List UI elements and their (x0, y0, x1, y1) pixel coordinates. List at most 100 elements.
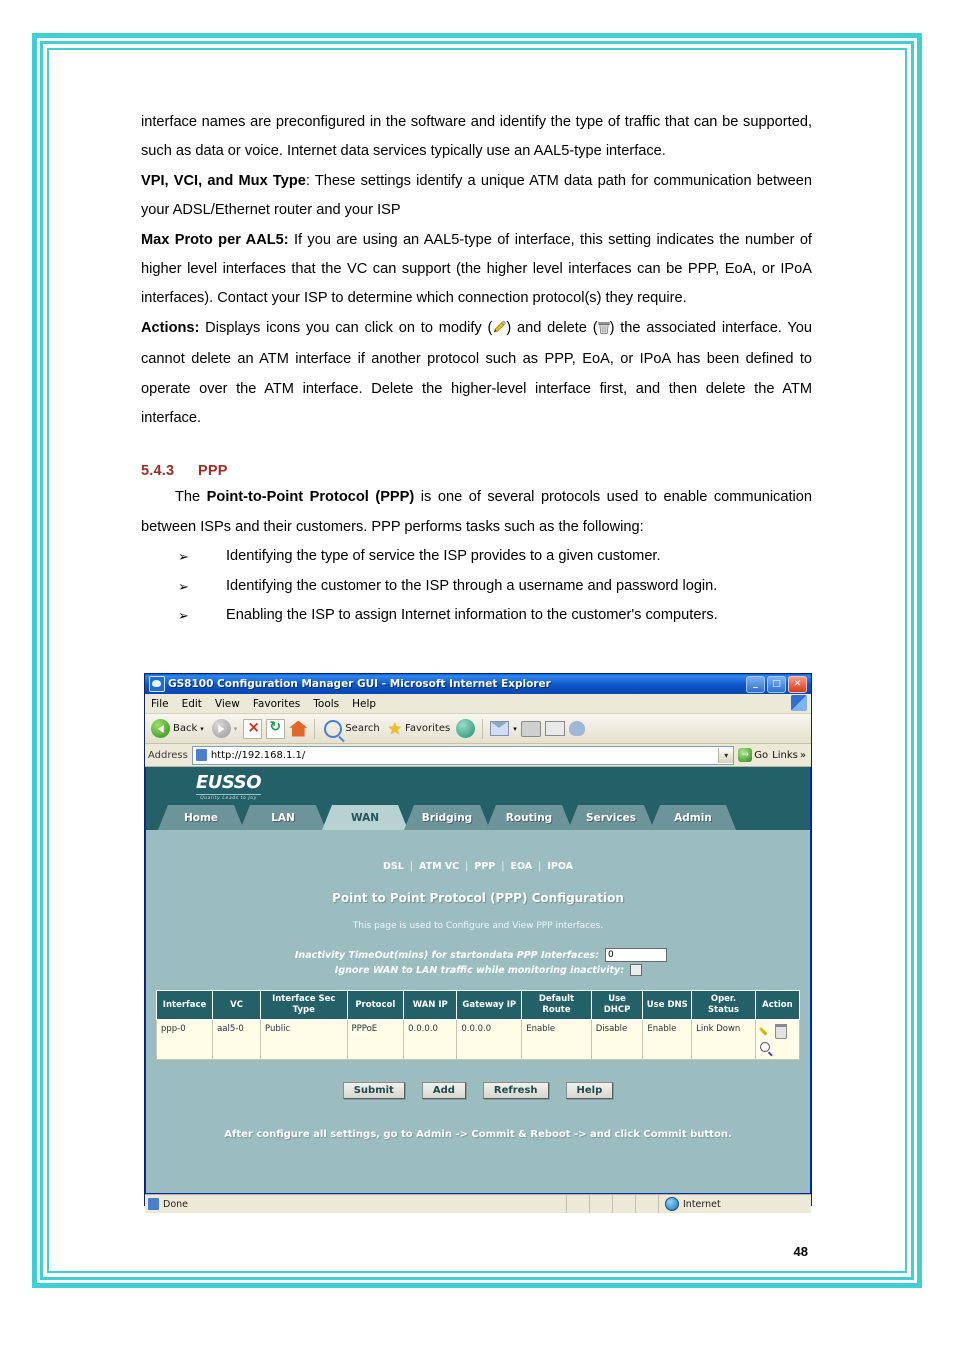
trash-icon (597, 316, 610, 345)
minimize-button[interactable]: _ (746, 675, 765, 693)
favorites-button[interactable]: ★ Favorites (386, 720, 453, 736)
view-magnifier-icon[interactable] (759, 1042, 770, 1052)
tab-bridging[interactable]: Bridging (404, 805, 490, 830)
ppp-task-list: ➢ Identifying the type of service the IS… (141, 542, 812, 630)
cell-interface: ppp-0 (155, 1019, 214, 1060)
subnav-item-dsl[interactable]: DSL (383, 861, 404, 872)
subnav-item-atm-vc[interactable]: ATM VC (419, 861, 459, 872)
cell-default-route: Enable (521, 1019, 592, 1060)
add-button[interactable]: Add (421, 1082, 466, 1099)
subnav-item-ipoa[interactable]: IPOA (547, 861, 573, 872)
ignore-wan-lan-checkbox[interactable] (630, 964, 642, 976)
bullet-arrow-icon: ➢ (178, 578, 189, 594)
maximize-button[interactable]: □ (767, 675, 786, 693)
inactivity-timeout-label: Inactivity TimeOut(mins) for startondata… (294, 949, 599, 961)
menu-item-file[interactable]: File (151, 698, 169, 710)
tab-home[interactable]: Home (158, 805, 244, 830)
cell-wan-ip: 0.0.0.0 (403, 1019, 458, 1060)
internet-explorer-icon (149, 676, 165, 692)
column-header-interface: Interface (155, 990, 214, 1020)
list-item-text: Identifying the customer to the ISP thro… (226, 577, 718, 594)
go-button[interactable]: → Go (738, 748, 768, 762)
gui-page-description: This page is used to Configure and View … (352, 921, 604, 931)
help-button[interactable]: Help (565, 1082, 614, 1099)
tab-wan[interactable]: WAN (322, 805, 408, 830)
gui-header: EUSSO Quality Leads to Joy (146, 767, 810, 805)
menu-item-favorites[interactable]: Favorites (253, 698, 300, 710)
search-button[interactable]: Search (322, 719, 381, 738)
tab-routing[interactable]: Routing (486, 805, 572, 830)
links-button[interactable]: Links » (772, 750, 808, 761)
subnav-item-ppp[interactable]: PPP (474, 861, 495, 872)
back-button[interactable]: Back ▾ (149, 719, 206, 738)
mail-icon[interactable] (490, 721, 510, 736)
subnav-item-eoa[interactable]: EOA (510, 861, 532, 872)
status-cell (590, 1195, 613, 1213)
submit-button[interactable]: Submit (342, 1082, 405, 1099)
column-header-oper-status: Oper. Status (691, 990, 756, 1020)
refresh-icon[interactable] (266, 718, 286, 739)
column-header-use-dhcp: Use DHCP (590, 990, 644, 1020)
stop-icon[interactable] (243, 718, 263, 739)
mail-caret-icon[interactable]: ▾ (513, 725, 517, 733)
paragraph-text: interface names are preconfigured in the… (141, 114, 812, 160)
page-number: 48 (793, 1244, 808, 1259)
go-label: Go (754, 749, 769, 761)
menu-item-tools[interactable]: Tools (313, 698, 339, 710)
status-cell (567, 1195, 590, 1213)
paragraph-vpi-vci: VPI, VCI, and Mux Type: These settings i… (141, 167, 812, 226)
list-item: ➢ Enabling the ISP to assign Internet in… (141, 601, 812, 630)
paragraph-bold-lead: VPI, VCI, and Mux Type (141, 172, 306, 189)
paragraph-ppp-intro: The Point-to-Point Protocol (PPP) is one… (141, 483, 812, 542)
zone-label: Internet (683, 1198, 721, 1210)
tab-admin[interactable]: Admin (650, 805, 736, 830)
router-config-page: EUSSO Quality Leads to Joy Home LAN WAN … (145, 767, 811, 1194)
close-button[interactable]: ✕ (788, 675, 807, 693)
column-header-default-route: Default Route (521, 990, 592, 1020)
security-zone: Internet (659, 1197, 811, 1211)
tab-lan[interactable]: LAN (240, 805, 326, 830)
edit-pencil-icon[interactable] (760, 1026, 771, 1037)
print-icon[interactable] (520, 720, 541, 737)
forward-arrow-icon (211, 719, 231, 738)
menu-item-view[interactable]: View (215, 698, 240, 710)
ignore-wan-lan-row: Ignore WAN to LAN traffic while monitori… (314, 964, 642, 976)
address-input[interactable]: http://192.168.1.1/ ▾ (191, 745, 735, 765)
home-icon[interactable] (289, 720, 308, 737)
cell-protocol: PPPoE (346, 1019, 405, 1060)
back-caret-icon[interactable]: ▾ (200, 725, 204, 733)
inactivity-timeout-input[interactable] (605, 948, 667, 962)
menu-item-edit[interactable]: Edit (182, 698, 202, 710)
status-text: Done (163, 1198, 188, 1210)
section-title: PPP (198, 463, 228, 480)
subnav-separator: | (538, 861, 542, 872)
forward-caret-icon[interactable]: ▾ (234, 725, 238, 733)
column-header-wan-ip: WAN IP (403, 990, 458, 1020)
ignore-wan-lan-label: Ignore WAN to LAN traffic while monitori… (334, 964, 624, 976)
gui-nav-tabs: Home LAN WAN Bridging Routing Services A… (146, 805, 810, 830)
subnav-separator: | (501, 861, 505, 872)
messenger-icon[interactable] (568, 721, 585, 736)
history-icon[interactable] (456, 719, 476, 738)
paragraph-bold-lead: Max Proto per AAL5: (141, 231, 289, 248)
browser-menubar: File Edit View Favorites Tools Help (145, 694, 811, 714)
gui-button-row: Submit Add Refresh Help (146, 1082, 810, 1099)
window-controls: _ □ ✕ (746, 675, 809, 693)
globe-icon (665, 1197, 679, 1211)
delete-trash-icon[interactable] (774, 1024, 787, 1039)
edit-icon[interactable] (544, 721, 565, 736)
menu-item-help[interactable]: Help (352, 698, 376, 710)
paragraph-text-part2: ) and delete ( (506, 319, 598, 336)
forward-button[interactable]: ▾ (210, 719, 240, 738)
eusso-logo: EUSSO Quality Leads to Joy (196, 772, 262, 801)
column-header-interface-sec-type: Interface Sec Type (260, 990, 348, 1020)
tab-services[interactable]: Services (568, 805, 654, 830)
refresh-button[interactable]: Refresh (482, 1082, 549, 1099)
table-header-row: Interface VC Interface Sec Type Protocol… (155, 990, 801, 1020)
bullet-arrow-icon: ➢ (178, 608, 189, 624)
chevron-down-icon[interactable]: ▾ (718, 747, 734, 763)
browser-toolbar: Back ▾ ▾ Search ★ Favorites ▾ (145, 714, 811, 744)
section-number: 5.4.3 (141, 463, 175, 480)
browser-window-screenshot: GS8100 Configuration Manager GUI - Micro… (144, 673, 812, 1213)
intro-bold: Point-to-Point Protocol (PPP) (206, 489, 415, 506)
